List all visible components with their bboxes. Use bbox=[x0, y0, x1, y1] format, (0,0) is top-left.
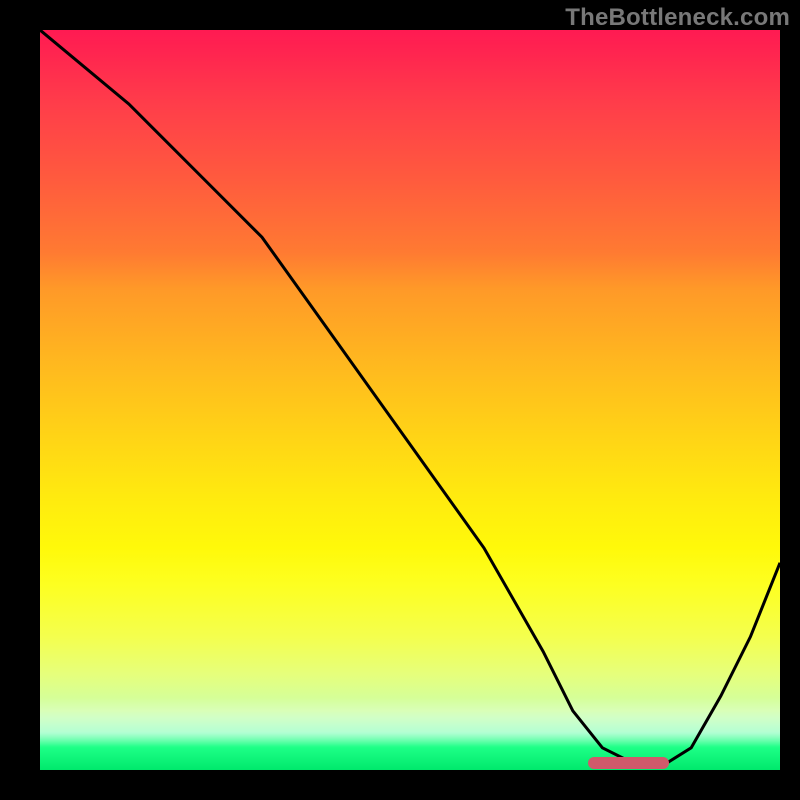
plot-area bbox=[40, 30, 780, 770]
optimal-range-marker bbox=[588, 757, 669, 769]
curve-path bbox=[40, 30, 780, 766]
bottleneck-curve bbox=[40, 30, 780, 770]
watermark-text: TheBottleneck.com bbox=[565, 4, 790, 32]
chart-container: TheBottleneck.com bbox=[0, 0, 800, 800]
